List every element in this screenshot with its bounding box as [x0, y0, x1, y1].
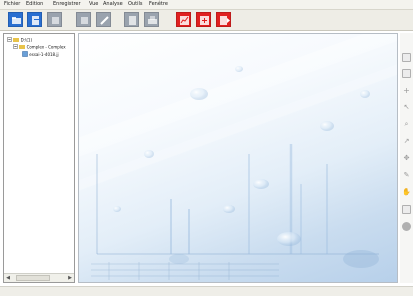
- scroll-left-arrow-icon[interactable]: ◀: [4, 274, 12, 282]
- pencil-icon: [100, 16, 109, 25]
- tree-node-complex[interactable]: Complex - Complex: [13, 44, 66, 51]
- file-tree-panel: D:\(1) Complex - Complex essai-1-4018.jj…: [3, 33, 75, 283]
- toolbar: [0, 10, 413, 31]
- new-folder-button[interactable]: [8, 12, 23, 27]
- save-button[interactable]: [47, 12, 62, 27]
- right-tool-strip: + ↖ ⌕ ↗ ✥ ✎ ✋: [400, 33, 413, 283]
- folder-icon: [13, 37, 20, 44]
- horizontal-scrollbar[interactable]: ◀ ▶: [4, 273, 74, 282]
- chart-red-button[interactable]: [176, 12, 191, 27]
- table-view-icon[interactable]: [402, 69, 411, 78]
- info-icon[interactable]: [402, 222, 411, 231]
- menu-file[interactable]: Fichier: [4, 0, 20, 9]
- menu-bar: Fichier Edition Enregistrer Vue Analyse …: [0, 0, 413, 10]
- document-button[interactable]: [124, 12, 139, 27]
- annotate-tool-icon[interactable]: ✎: [402, 171, 411, 180]
- chart-export-button[interactable]: [216, 12, 231, 27]
- scroll-thumb[interactable]: [16, 275, 50, 281]
- pencil-button[interactable]: [96, 12, 111, 27]
- grid-view-icon[interactable]: [402, 53, 411, 62]
- zoom-icon[interactable]: ⌕: [402, 120, 411, 129]
- export-image-icon[interactable]: [402, 205, 411, 214]
- chart-add-icon: [200, 16, 209, 25]
- print-button[interactable]: [144, 12, 159, 27]
- chart-add-button[interactable]: [196, 12, 211, 27]
- open-icon: [32, 16, 39, 25]
- file-icon: [22, 51, 28, 59]
- open-button[interactable]: [27, 12, 42, 27]
- chart-export-icon: [220, 16, 230, 25]
- menu-window[interactable]: Fenêtre: [149, 0, 168, 9]
- crosshair-icon[interactable]: +: [402, 86, 411, 95]
- hand-tool-icon[interactable]: ✋: [402, 188, 411, 197]
- menu-analysis[interactable]: Analyse: [103, 0, 123, 9]
- menu-edit[interactable]: Edition: [26, 0, 43, 9]
- new-folder-icon: [12, 17, 21, 24]
- save-icon: [52, 17, 59, 24]
- print-icon: [148, 16, 157, 24]
- folder-icon: [19, 44, 26, 51]
- tree-label: essai-1-4018.jj: [29, 52, 59, 57]
- chart-red-icon: [180, 16, 189, 25]
- document-icon: [129, 16, 136, 25]
- tree-label: Complex - Complex: [26, 44, 66, 50]
- edit-icon: [81, 17, 88, 24]
- main-workspace-canvas[interactable]: [78, 33, 398, 283]
- expand-toggle-icon[interactable]: [7, 37, 12, 44]
- tree-node-root[interactable]: D:\(1): [7, 37, 32, 44]
- tree-label: D:\(1): [20, 37, 33, 43]
- menu-save[interactable]: Enregistrer: [53, 0, 81, 9]
- menu-tools[interactable]: Outils: [128, 0, 142, 9]
- tree-node-file[interactable]: essai-1-4018.jj: [22, 51, 59, 59]
- menu-view[interactable]: Vue: [89, 0, 98, 9]
- edit-button[interactable]: [76, 12, 91, 27]
- expand-toggle-icon[interactable]: [13, 44, 18, 51]
- pointer-arrow-icon[interactable]: ↖: [402, 103, 411, 112]
- measure-tool-icon[interactable]: ↗: [402, 137, 411, 146]
- pan-tool-icon[interactable]: ✥: [402, 154, 411, 163]
- splash-background-image: [79, 34, 397, 280]
- scroll-right-arrow-icon[interactable]: ▶: [66, 274, 74, 282]
